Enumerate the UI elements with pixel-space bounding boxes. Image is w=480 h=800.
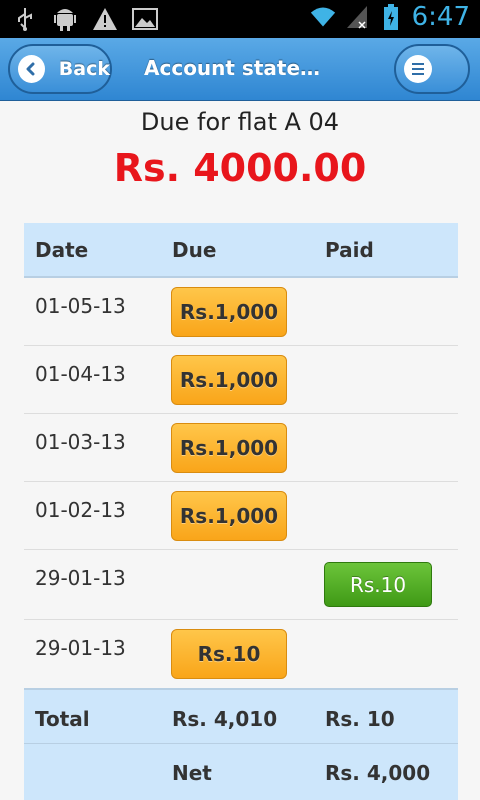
back-button[interactable]: Back: [8, 44, 112, 94]
row-date: 29-01-13: [35, 566, 126, 590]
menu-icon: [404, 55, 432, 83]
total-paid: Rs. 10: [325, 707, 395, 731]
table-row: 01-03-13 Rs.1,000: [24, 414, 458, 482]
wifi-icon: [310, 4, 336, 30]
total-label: Total: [35, 707, 90, 731]
table-row: 01-02-13 Rs.1,000: [24, 482, 458, 550]
signal-icon: [344, 4, 370, 30]
column-date: Date: [35, 237, 89, 262]
due-amount-button[interactable]: Rs.10: [171, 629, 287, 679]
total-due: Rs. 4,010: [172, 707, 278, 731]
due-amount-button[interactable]: Rs.1,000: [171, 491, 287, 541]
menu-button[interactable]: [394, 44, 470, 94]
app-header: Back Account statem…: [0, 38, 480, 101]
net-label: Net: [172, 761, 212, 785]
usb-icon: [12, 6, 38, 32]
row-date: 01-04-13: [35, 362, 126, 386]
page-title: Account statem…: [144, 56, 334, 80]
net-amount: Rs. 4,000: [325, 761, 431, 785]
paid-amount-button[interactable]: Rs.10: [324, 562, 432, 607]
clock: 6:47: [411, 2, 470, 32]
back-button-label: Back: [58, 58, 110, 80]
battery-icon: [378, 4, 404, 30]
due-amount: Rs. 4000.00: [113, 146, 367, 190]
column-due: Due: [172, 237, 217, 262]
row-date: 01-02-13: [35, 498, 126, 522]
net-row: Net Rs. 4,000: [24, 744, 458, 800]
table-row: 01-04-13 Rs.1,000: [24, 346, 458, 414]
table-row: 29-01-13 Rs.10: [24, 550, 458, 620]
table-header: Date Due Paid: [24, 223, 458, 278]
column-paid: Paid: [325, 237, 374, 262]
warning-icon: [92, 6, 118, 32]
android-icon: [52, 6, 78, 32]
due-amount-button[interactable]: Rs.1,000: [171, 423, 287, 473]
row-date: 01-05-13: [35, 294, 126, 318]
due-amount-button[interactable]: Rs.1,000: [171, 287, 287, 337]
status-bar: 6:47: [0, 0, 480, 38]
due-title: Due for flat A 04: [140, 108, 340, 136]
image-icon: [132, 6, 158, 32]
total-row: Total Rs. 4,010 Rs. 10: [24, 688, 458, 744]
statement-table: Date Due Paid 01-05-13 Rs.1,000 01-04-13…: [24, 223, 458, 800]
row-date: 29-01-13: [35, 636, 126, 660]
row-date: 01-03-13: [35, 430, 126, 454]
table-row: 29-01-13 Rs.10: [24, 620, 458, 688]
table-row: 01-05-13 Rs.1,000: [24, 278, 458, 346]
arrow-left-icon: [18, 55, 45, 83]
due-amount-button[interactable]: Rs.1,000: [171, 355, 287, 405]
